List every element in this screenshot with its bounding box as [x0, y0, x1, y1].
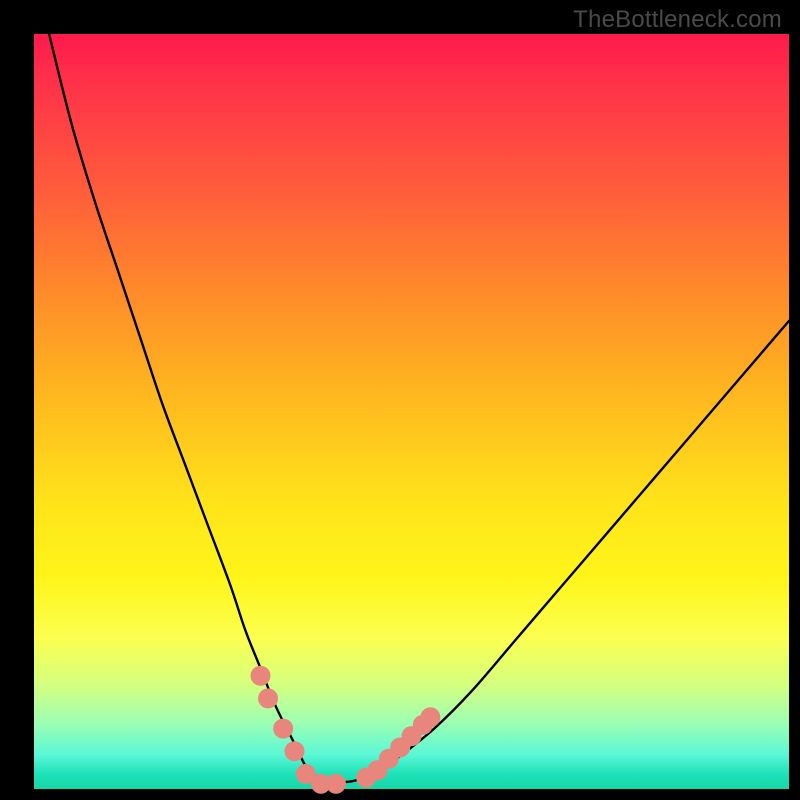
bottleneck-curve [49, 34, 789, 782]
curve-marker [326, 774, 346, 794]
curve-markers [251, 666, 441, 794]
curve-marker [284, 741, 304, 761]
plot-area [34, 34, 789, 789]
chart-frame: TheBottleneck.com [0, 0, 800, 800]
watermark-text: TheBottleneck.com [573, 6, 782, 34]
curve-marker [258, 688, 278, 708]
curve-marker [420, 707, 440, 727]
curve-marker [273, 719, 293, 739]
curve-svg [34, 34, 789, 789]
curve-marker [251, 666, 271, 686]
